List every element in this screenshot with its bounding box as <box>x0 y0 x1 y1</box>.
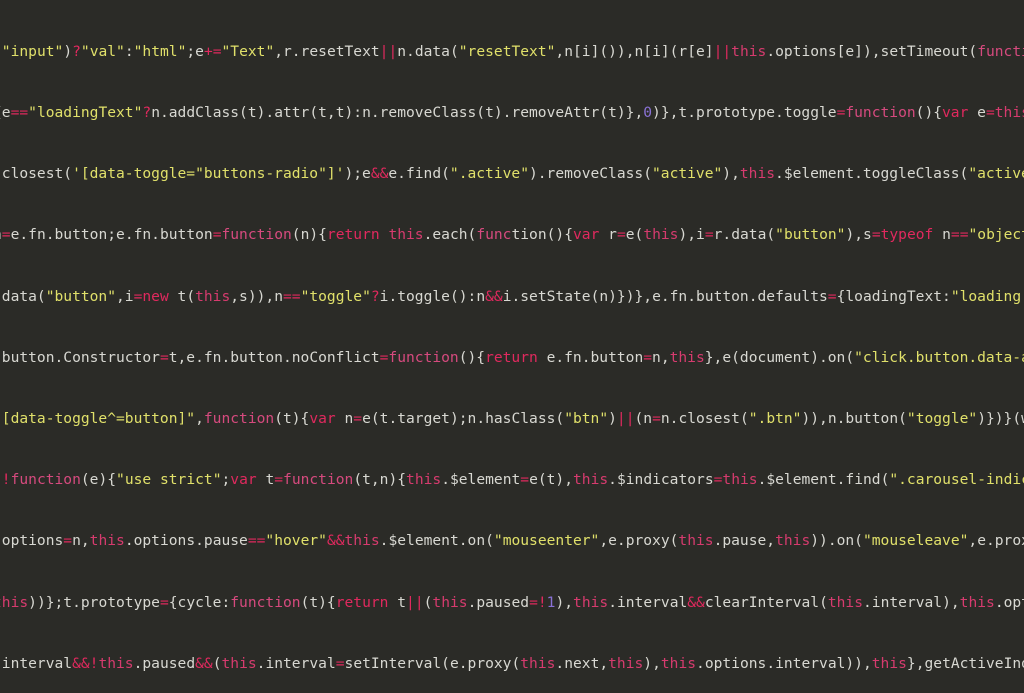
code-line: this))};t.prototype={cycle:function(t){r… <box>0 593 1024 611</box>
code-line: ,!function(e){"use strict";var t=functio… <box>0 471 1024 489</box>
code-line: .button.Constructor=t,e.fn.button.noConf… <box>0 348 1024 366</box>
code-line: .options=n,this.options.pause=="hover"&&… <box>0 532 1024 550</box>
code-line: .closest('[data-toggle="buttons-radio"]'… <box>0 165 1024 183</box>
code-line: .interval&&!this.paused&&(this.interval=… <box>0 654 1024 672</box>
code-editor[interactable]: ("input")?"val":"html";e+="Text",r.reset… <box>0 0 1024 693</box>
code-line: ("input")?"val":"html";e+="Text",r.reset… <box>0 42 1024 60</box>
code-text-area[interactable]: ("input")?"val":"html";e+="Text",r.reset… <box>0 1 1024 693</box>
code-line: .data("button",i=new t(this,s)),n=="togg… <box>0 287 1024 305</box>
code-line: n=e.fn.button;e.fn.button=function(n){re… <box>0 226 1024 244</box>
code-line: "[data-toggle^=button]",function(t){var … <box>0 410 1024 428</box>
code-line: {e=="loadingText"?n.addClass(t).attr(t,t… <box>0 104 1024 122</box>
